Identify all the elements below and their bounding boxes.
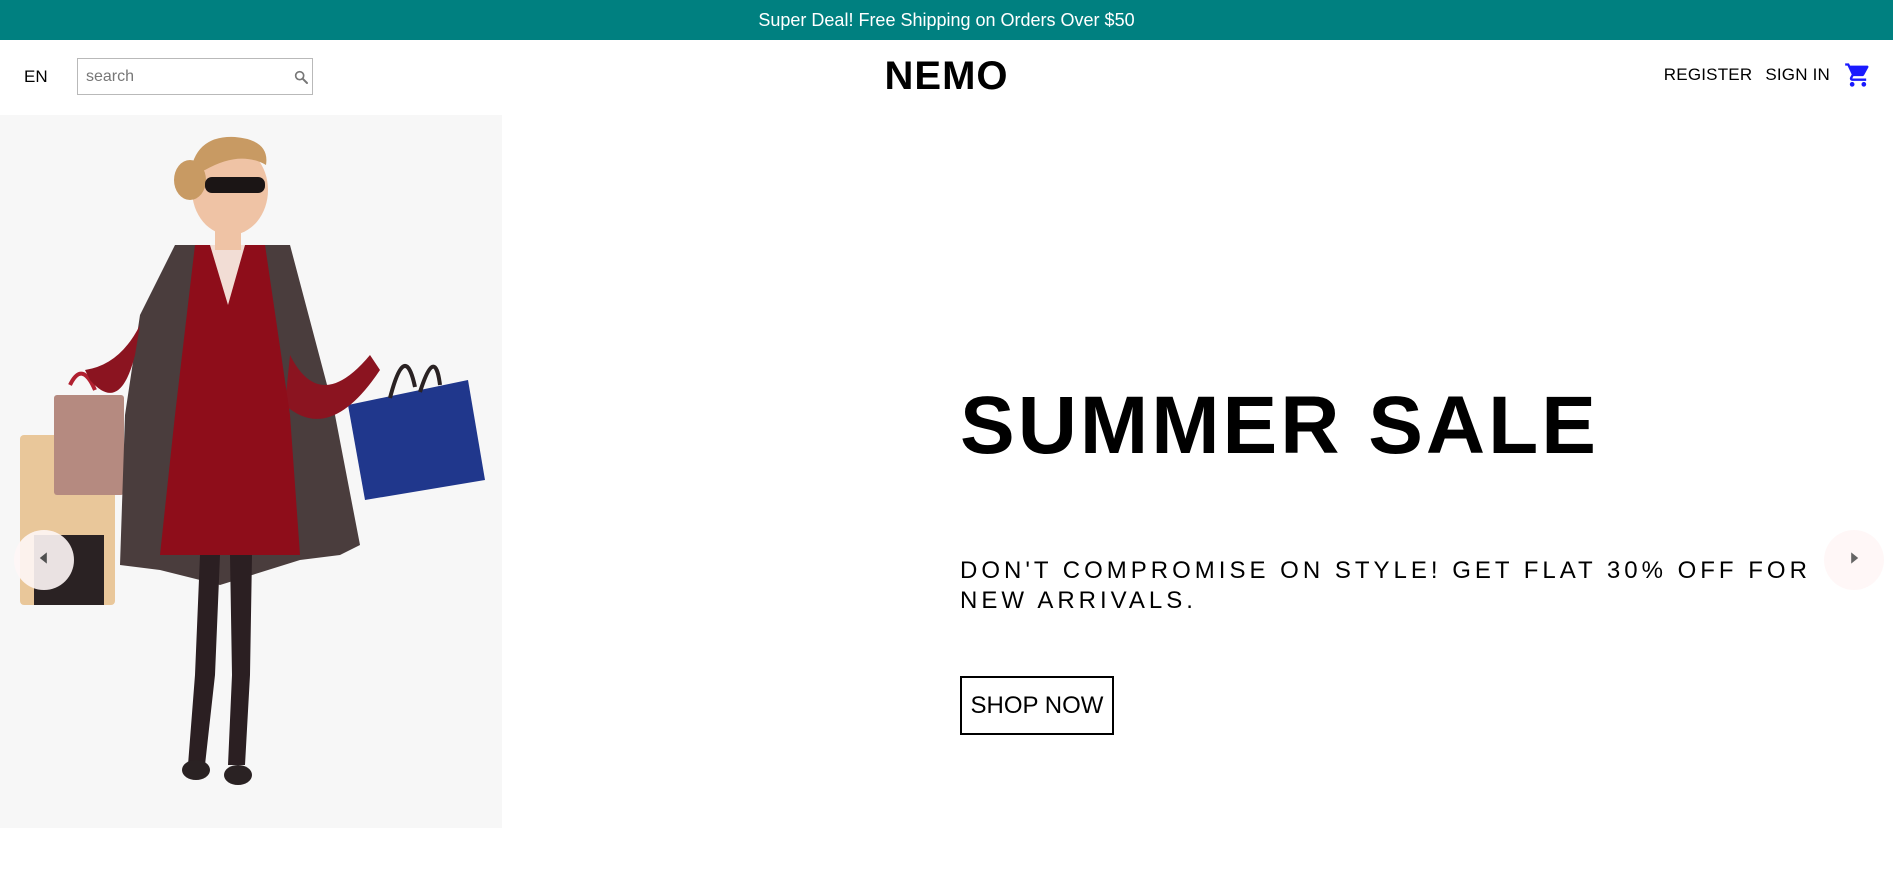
shopping-cart-icon[interactable] [1843,60,1873,90]
slider-prev-button[interactable] [14,530,74,590]
navbar-left: EN [24,58,313,95]
search-input[interactable] [86,67,293,86]
navbar: EN NEMO REGISTER SIGN IN [0,40,1893,116]
hero-title: SUMMER SALE [960,380,1599,471]
language-selector[interactable]: EN [24,67,77,87]
hero-description: DON'T COMPROMISE ON STYLE! GET FLAT 30% … [960,557,1811,614]
hero-image-panel [0,115,502,828]
search-box [77,58,313,95]
search-icon[interactable] [293,68,309,86]
navbar-right: REGISTER SIGN IN [1651,60,1873,90]
hero-info: SUMMER SALE DON'T COMPROMISE ON STYLE! G… [960,115,1860,828]
announcement-text: Super Deal! Free Shipping on Orders Over… [758,9,1135,30]
hero-slider: SUMMER SALE DON'T COMPROMISE ON STYLE! G… [0,115,1893,828]
announcement-bar: Super Deal! Free Shipping on Orders Over… [0,0,1893,40]
register-link[interactable]: REGISTER [1664,65,1753,85]
slider-next-button[interactable] [1824,530,1884,590]
arrow-left-icon [37,551,51,570]
arrow-right-icon [1847,551,1861,570]
logo-text[interactable]: NEMO [885,54,1009,98]
sign-in-link[interactable]: SIGN IN [1765,65,1830,85]
shop-now-button[interactable]: SHOP NOW [960,676,1114,735]
hero-model-image [20,136,485,785]
